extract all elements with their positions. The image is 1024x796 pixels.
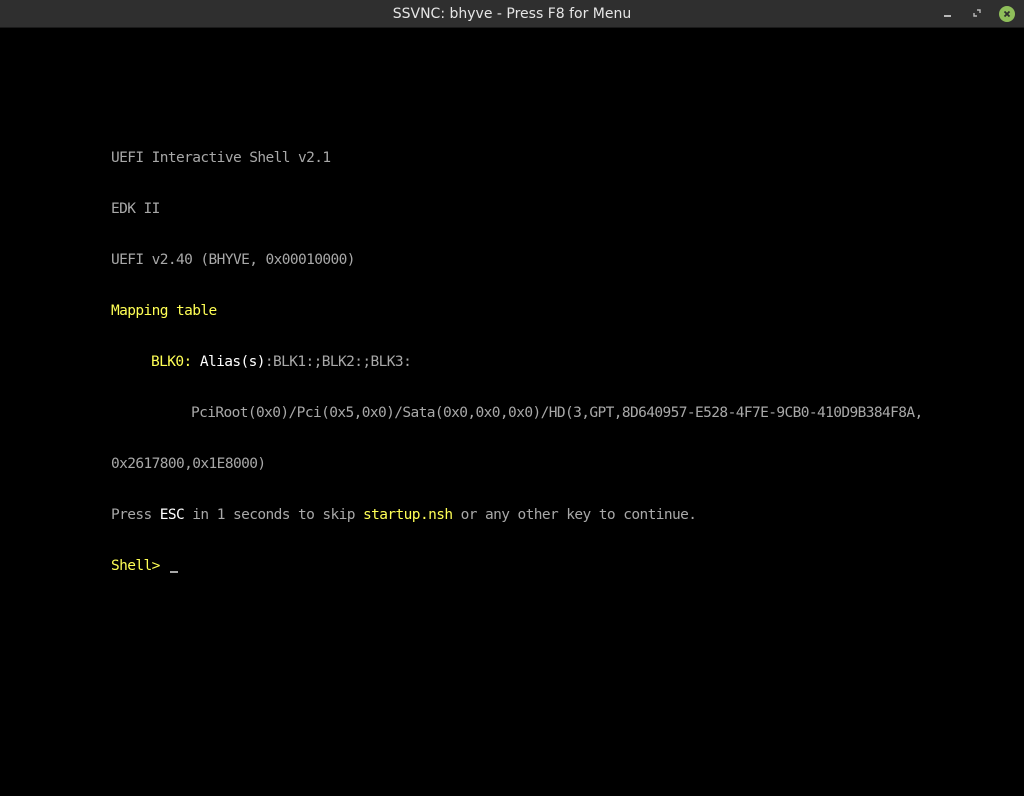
- mapping-table-heading: Mapping table: [111, 303, 217, 319]
- device-path-continuation: 0x2617800,0x1E8000): [111, 456, 266, 472]
- device-path-line: PciRoot(0x0)/Pci(0x5,0x0)/Sata(0x0,0x0,0…: [191, 405, 923, 421]
- alias-values: :BLK1:;BLK2:;BLK3:: [264, 354, 412, 370]
- startup-script-name: startup.nsh: [363, 507, 453, 523]
- startup-prompt-line: Press ESC in 1 seconds to skip startup.n…: [111, 506, 923, 525]
- blk-name: BLK0: [151, 354, 184, 370]
- window-title: SSVNC: bhyve - Press F8 for Menu: [392, 6, 632, 22]
- close-icon: [999, 6, 1015, 22]
- vnc-window: SSVNC: bhyve - Press F8 for Menu UEFI In…: [0, 0, 1024, 796]
- maximize-button[interactable]: [968, 5, 986, 23]
- shell-prompt: Shell>: [111, 558, 168, 574]
- shell-prompt-line[interactable]: Shell>: [111, 557, 923, 576]
- esc-key: ESC: [159, 507, 185, 523]
- maximize-icon: [972, 5, 982, 23]
- press-prefix: Press: [111, 507, 160, 523]
- title-bar[interactable]: SSVNC: bhyve - Press F8 for Menu: [0, 0, 1024, 28]
- press-suffix: or any other key to continue.: [452, 507, 697, 523]
- uefi-console[interactable]: UEFI Interactive Shell v2.1 EDK II UEFI …: [111, 117, 923, 608]
- close-button[interactable]: [998, 5, 1016, 23]
- alias-label: Alias(s): [199, 354, 266, 370]
- minimize-button[interactable]: [938, 5, 956, 23]
- blk-colon: :: [183, 354, 193, 370]
- uefi-version-line: UEFI v2.40 (BHYVE, 0x00010000): [111, 252, 356, 268]
- minimize-icon: [943, 11, 951, 17]
- shell-version-line: UEFI Interactive Shell v2.1: [111, 150, 331, 166]
- edk-line: EDK II: [111, 201, 160, 217]
- text-cursor: [169, 571, 178, 573]
- blk0-alias-line: BLK0: Alias(s):BLK1:;BLK2:;BLK3:: [111, 353, 923, 372]
- press-middle: in 1 seconds to skip: [184, 507, 364, 523]
